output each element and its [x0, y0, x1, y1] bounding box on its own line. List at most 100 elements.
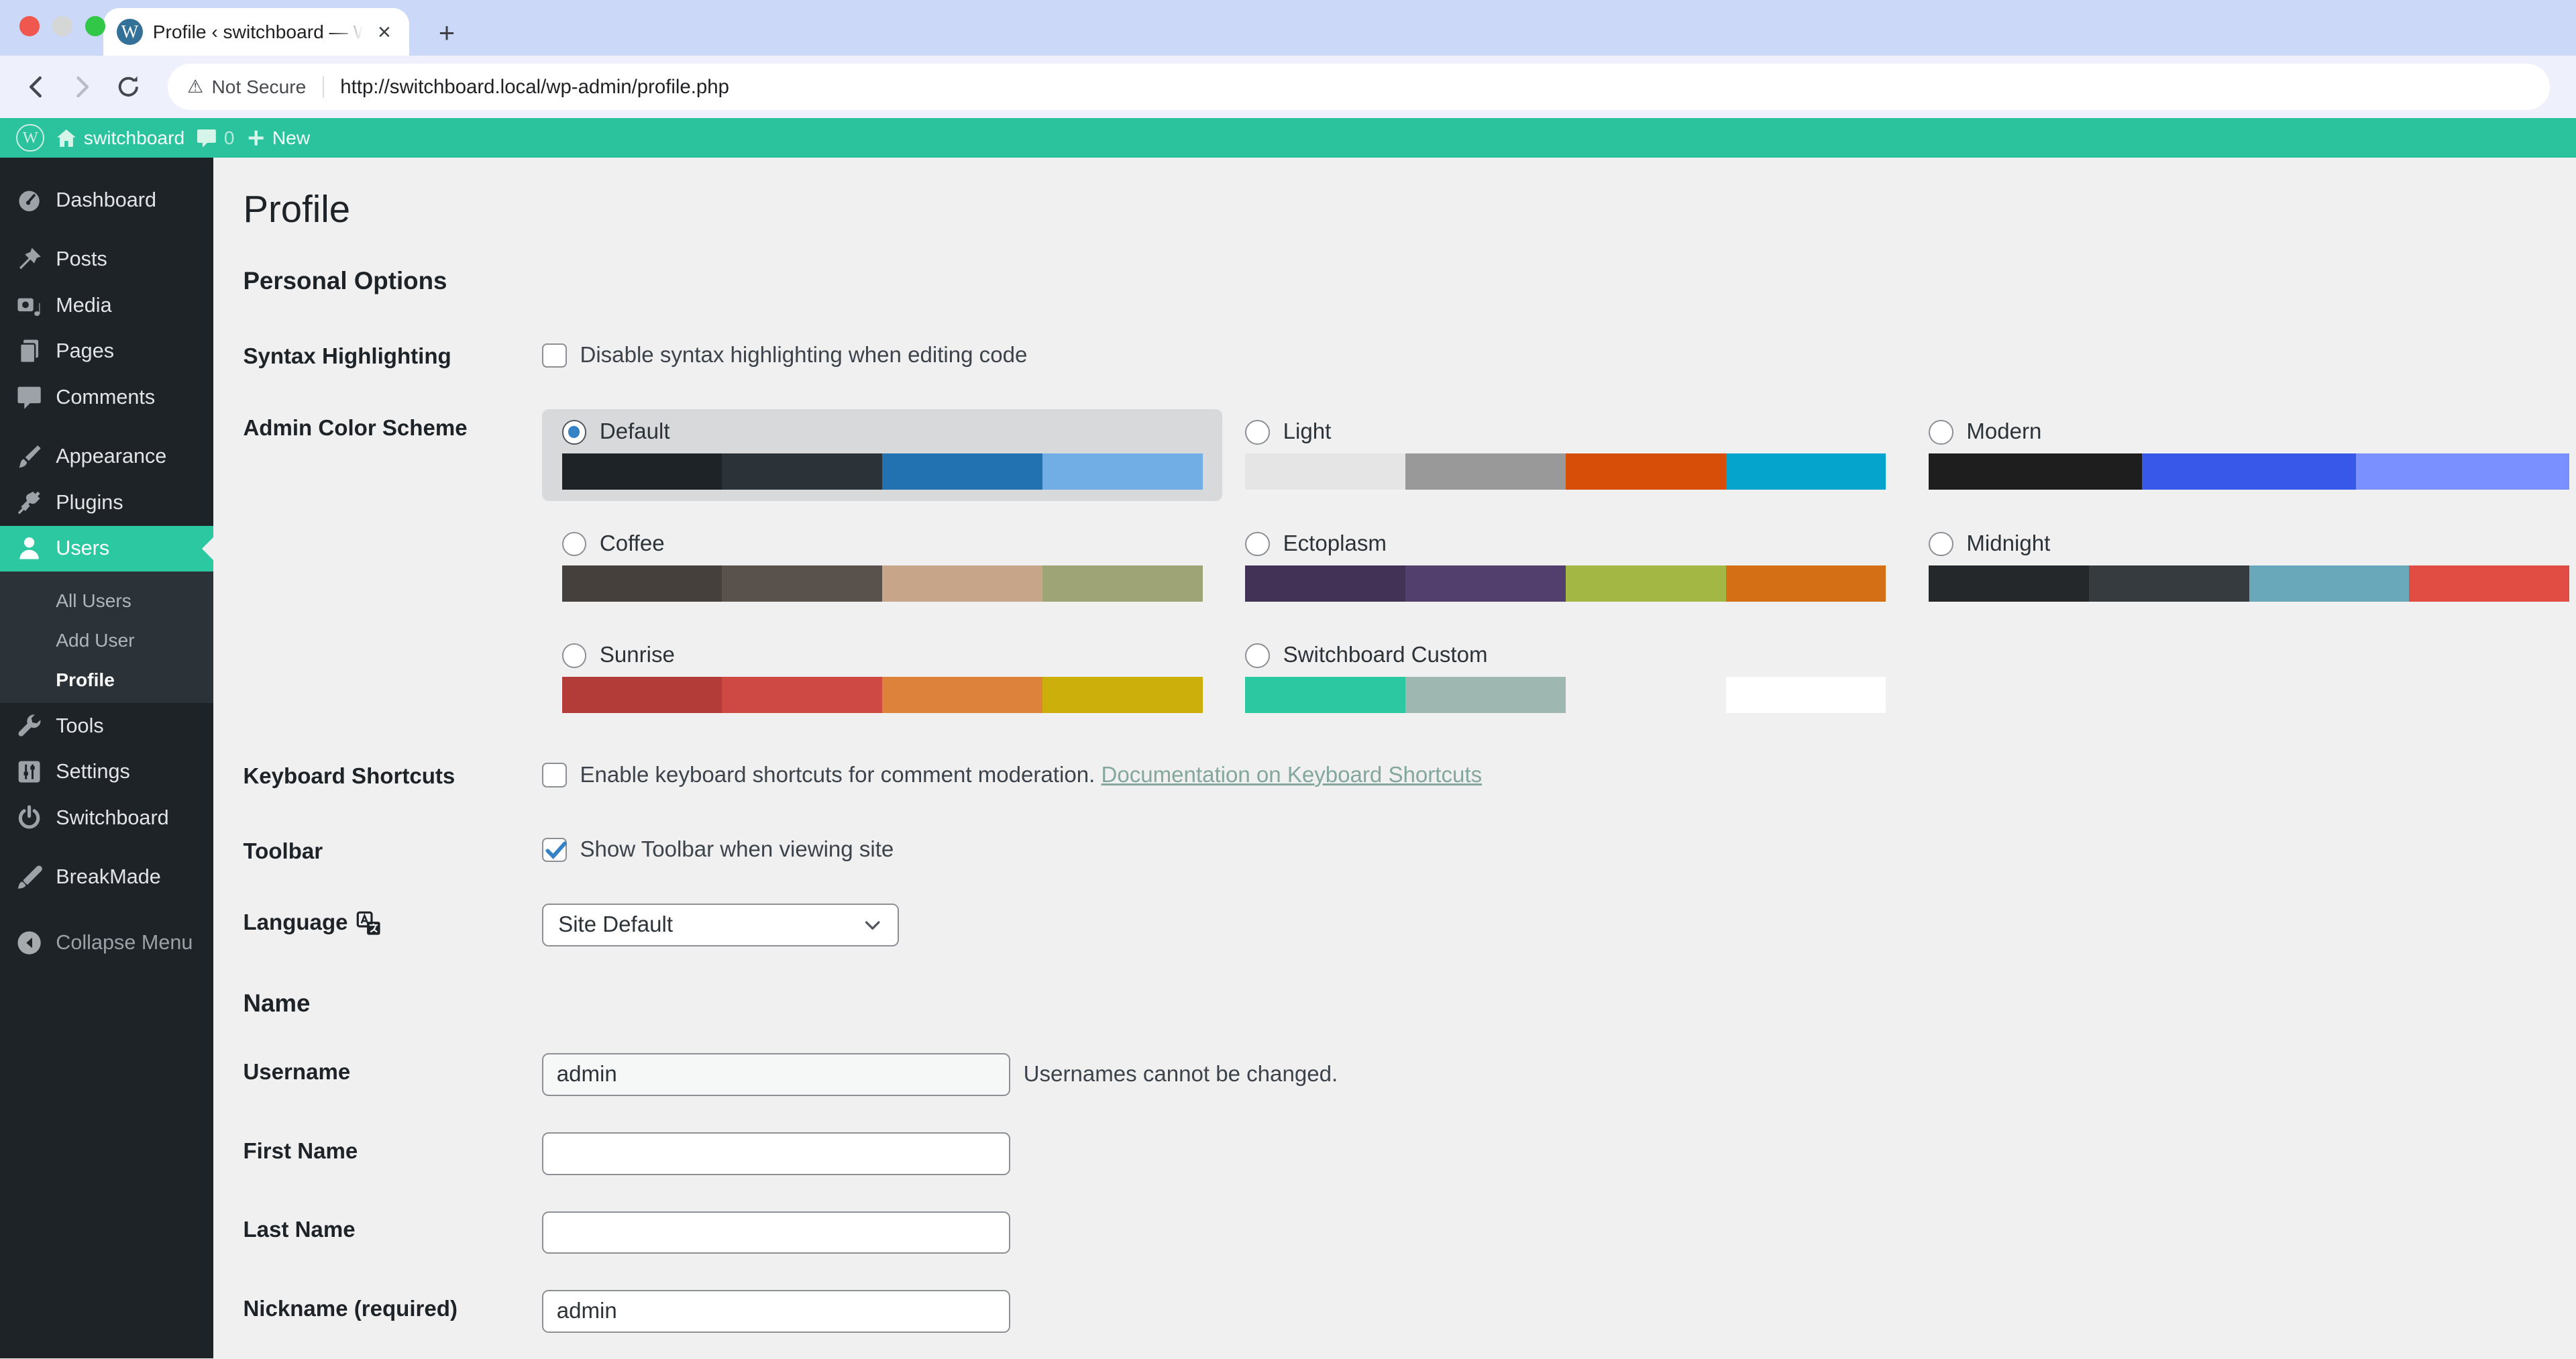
wordpress-logo-icon[interactable]: W	[16, 124, 44, 152]
color-scheme-swatch	[562, 453, 1203, 490]
admin-bar-site-link[interactable]: switchboard	[56, 127, 184, 149]
sidebar-item-pages[interactable]: Pages	[0, 329, 213, 375]
sidebar-item-label: Comments	[56, 386, 155, 409]
submenu-item-add-user[interactable]: Add User	[0, 621, 213, 661]
color-scheme-radio[interactable]	[562, 532, 587, 557]
not-secure-chip[interactable]: ⚠ Not Secure	[187, 76, 324, 98]
sidebar-item-media[interactable]: Media	[0, 282, 213, 329]
not-secure-label: Not Secure	[211, 76, 306, 98]
toolbar-label: Toolbar	[243, 832, 542, 865]
reload-icon[interactable]	[109, 67, 148, 107]
keyboard-shortcuts-doc-link[interactable]: Documentation on Keyboard Shortcuts	[1101, 763, 1482, 787]
admin-bar-new-button[interactable]: New	[246, 127, 310, 149]
color-scheme-option-coffee[interactable]: Coffee	[542, 521, 1222, 613]
swatch-segment	[1042, 565, 1203, 602]
sidebar-item-comments[interactable]: Comments	[0, 374, 213, 421]
nickname-input[interactable]	[542, 1290, 1010, 1333]
sidebar-item-dashboard[interactable]: Dashboard	[0, 177, 213, 223]
pushpin-icon	[16, 246, 42, 272]
color-scheme-name: Midnight	[1966, 531, 2050, 557]
color-scheme-radio[interactable]	[1929, 532, 1953, 557]
color-scheme-name: Switchboard Custom	[1283, 643, 1488, 668]
sidebar-item-tools[interactable]: Tools	[0, 703, 213, 749]
color-scheme-radio[interactable]	[1245, 420, 1270, 445]
collapse-menu-button[interactable]: Collapse Menu	[0, 920, 213, 966]
minimize-window-button[interactable]	[52, 16, 72, 36]
swatch-segment	[882, 565, 1042, 602]
color-scheme-radio[interactable]	[1245, 643, 1270, 668]
forward-icon[interactable]	[62, 67, 102, 107]
admin-sidebar: Dashboard PostsMediaPages Comments Appearan…	[0, 158, 213, 1358]
admin-color-scheme-label: Admin Color Scheme	[243, 409, 542, 441]
color-scheme-option-modern[interactable]: Modern	[1909, 409, 2576, 501]
sidebar-item-label: Plugins	[56, 491, 123, 514]
sidebar-item-posts[interactable]: Posts	[0, 237, 213, 283]
color-scheme-option-sunrise[interactable]: Sunrise	[542, 633, 1222, 724]
plug-icon	[16, 490, 42, 516]
back-icon[interactable]	[16, 67, 56, 107]
submenu-item-all-users[interactable]: All Users	[0, 582, 213, 621]
toolbar-option-label: Show Toolbar when viewing site	[580, 837, 894, 863]
color-scheme-swatch	[1929, 565, 2569, 602]
swatch-segment	[882, 677, 1042, 713]
color-scheme-option-ectoplasm[interactable]: Ectoplasm	[1226, 521, 1906, 613]
color-scheme-swatch	[562, 565, 1203, 602]
personal-options-heading: Personal Options	[243, 267, 2576, 295]
nickname-row: Nickname (required)	[243, 1290, 2576, 1333]
color-scheme-swatch	[1245, 677, 1886, 713]
sidebar-item-plugins[interactable]: Plugins	[0, 480, 213, 526]
color-scheme-radio[interactable]	[1245, 532, 1270, 557]
close-window-button[interactable]	[19, 16, 39, 36]
browser-tab[interactable]: W Profile ‹ switchboard — WordP ×	[103, 8, 409, 56]
chevron-down-icon	[863, 915, 882, 934]
swatch-segment	[1929, 453, 2142, 490]
color-scheme-radio[interactable]	[1929, 420, 1953, 445]
color-scheme-option-switchboard-custom[interactable]: Switchboard Custom	[1226, 633, 1906, 724]
zoom-window-button[interactable]	[85, 16, 105, 36]
color-scheme-option-light[interactable]: Light	[1226, 409, 1906, 501]
language-select[interactable]: Site Default	[542, 904, 898, 946]
keyboard-shortcuts-row: Keyboard Shortcuts Enable keyboard short…	[243, 757, 2576, 790]
sidebar-item-switchboard[interactable]: Switchboard	[0, 795, 213, 841]
toolbar-checkbox[interactable]	[542, 838, 567, 863]
admin-bar-comments[interactable]: 0	[196, 127, 234, 149]
sidebar-item-users[interactable]: Users	[0, 526, 213, 572]
swatch-segment	[1405, 677, 1566, 713]
sidebar-item-label: Appearance	[56, 445, 166, 468]
comments-icon	[16, 384, 42, 411]
sidebar-item-settings[interactable]: Settings	[0, 749, 213, 796]
toolbar-option: Show Toolbar when viewing site	[542, 832, 2576, 863]
first-name-input[interactable]	[542, 1132, 1010, 1175]
last-name-input[interactable]	[542, 1211, 1010, 1254]
sidebar-item-label: BreakMade	[56, 865, 161, 889]
username-label: Username	[243, 1053, 542, 1085]
url-bar[interactable]: ⚠ Not Secure http://switchboard.local/wp…	[168, 64, 2550, 110]
color-scheme-option-default[interactable]: Default	[542, 409, 1222, 501]
color-scheme-grid: Default Light Modern CoffeeEctoplasm Midnigh…	[542, 409, 2576, 724]
color-scheme-radio[interactable]	[562, 643, 587, 668]
admin-bar-new-label: New	[272, 127, 310, 149]
swatch-segment	[882, 453, 1042, 490]
color-scheme-name: Light	[1283, 419, 1332, 445]
swatch-segment	[2142, 453, 2355, 490]
submenu-item-profile[interactable]: Profile	[0, 660, 213, 700]
swatch-segment	[1726, 565, 1886, 602]
username-input[interactable]	[542, 1053, 1010, 1096]
sidebar-item-appearance[interactable]: Appearance	[0, 433, 213, 480]
color-scheme-option-midnight[interactable]: Midnight	[1909, 521, 2576, 613]
tab-close-icon[interactable]: ×	[373, 19, 396, 45]
swatch-segment	[1405, 565, 1566, 602]
color-scheme-swatch	[562, 677, 1203, 713]
swatch-segment	[1566, 565, 1726, 602]
sidebar-item-breakmade[interactable]: BreakMade	[0, 854, 213, 900]
color-scheme-radio[interactable]	[562, 420, 587, 445]
username-note: Usernames cannot be changed.	[1024, 1053, 1338, 1096]
screen: W Profile ‹ switchboard — WordP × + ⚠ No…	[0, 0, 2576, 1358]
toolbar-row: Toolbar Show Toolbar when viewing site	[243, 832, 2576, 865]
sidebar-item-label: Tools	[56, 714, 103, 738]
keyboard-shortcuts-checkbox[interactable]	[542, 763, 567, 787]
syntax-highlighting-checkbox[interactable]	[542, 343, 567, 368]
user-icon	[16, 535, 42, 561]
new-tab-button[interactable]: +	[429, 17, 465, 49]
window-controls	[19, 16, 105, 36]
